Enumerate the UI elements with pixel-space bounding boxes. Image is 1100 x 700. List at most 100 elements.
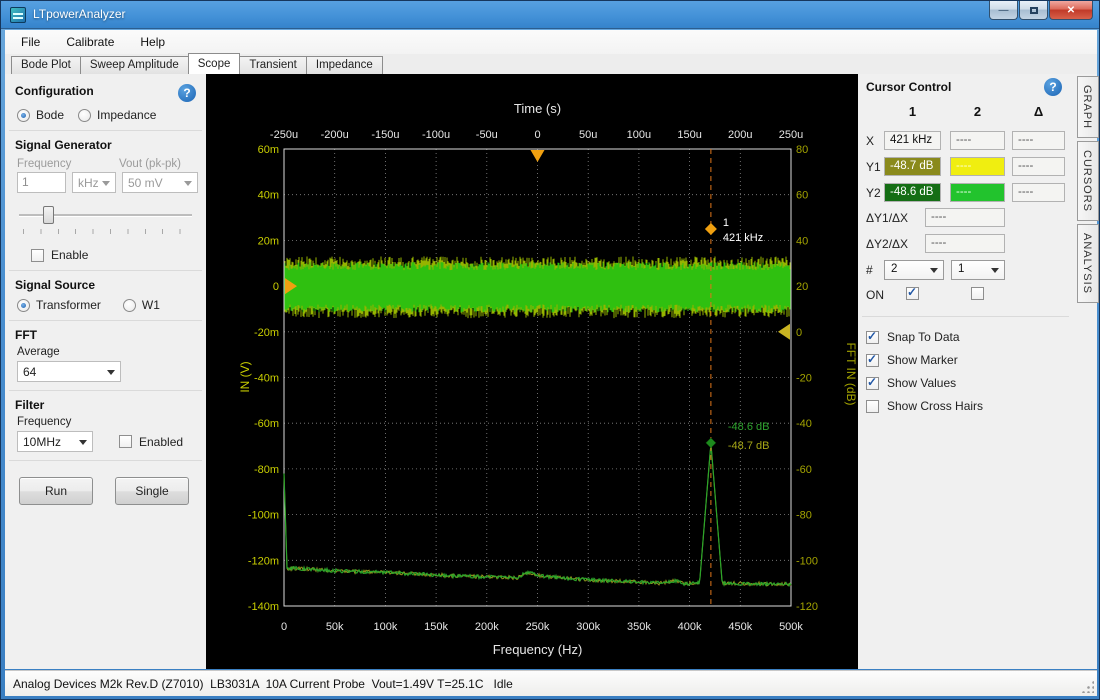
single-button[interactable]: Single xyxy=(115,477,189,505)
time-zero-marker[interactable] xyxy=(531,150,545,162)
active-cursor-select[interactable]: 1 xyxy=(951,260,1005,280)
svg-text:FFT IN (dB): FFT IN (dB) xyxy=(844,342,858,405)
svg-text:40m: 40m xyxy=(258,190,279,202)
svg-text:250k: 250k xyxy=(526,621,550,633)
svg-text:100k: 100k xyxy=(373,621,397,633)
close-button[interactable]: ✕ xyxy=(1049,1,1093,20)
svg-text:-48.7 dB: -48.7 dB xyxy=(728,440,770,452)
vout-select[interactable]: 50 mV xyxy=(122,172,198,193)
filter-enabled-label: Enabled xyxy=(139,435,183,449)
peak-marker[interactable] xyxy=(706,438,716,448)
frequency-unit-select[interactable]: kHz xyxy=(72,172,116,193)
filter-frequency-select[interactable]: 10MHz xyxy=(17,431,93,452)
y2-row-label: Y2 xyxy=(866,186,881,200)
tab-sweep-amplitude[interactable]: Sweep Amplitude xyxy=(80,56,189,74)
frequency-label: Frequency xyxy=(17,158,119,170)
frequency-slider[interactable] xyxy=(19,205,192,225)
divider xyxy=(9,320,202,321)
dy2dx-label: ΔY2/ΔX xyxy=(866,237,908,251)
svg-text:80: 80 xyxy=(796,144,808,156)
svg-text:0: 0 xyxy=(534,129,540,141)
show-values-label: Show Values xyxy=(887,376,956,390)
tab-cursors[interactable]: CURSORS xyxy=(1077,141,1099,221)
status-text: Analog Devices M2k Rev.D (Z7010) LB3031A… xyxy=(13,677,513,691)
show-marker-checkbox[interactable] xyxy=(866,354,879,367)
cursor1-y1-value: -48.7 dB xyxy=(884,157,941,176)
svg-text:-120: -120 xyxy=(796,601,818,613)
menu-help[interactable]: Help xyxy=(130,32,175,52)
fft-average-select[interactable]: 64 xyxy=(17,361,121,382)
svg-text:20m: 20m xyxy=(258,235,279,247)
svg-text:421 kHz: 421 kHz xyxy=(723,232,763,244)
delta-y2-value: ---- xyxy=(1012,183,1065,202)
fft-channel-marker[interactable] xyxy=(778,324,790,340)
cursor-count-select[interactable]: 2 xyxy=(884,260,944,280)
bode-radio[interactable] xyxy=(17,109,30,122)
svg-text:0: 0 xyxy=(273,281,279,293)
minimize-button[interactable]: — xyxy=(989,1,1018,20)
cursor2-on-checkbox[interactable] xyxy=(971,287,984,300)
svg-text:250u: 250u xyxy=(779,129,803,141)
menu-calibrate[interactable]: Calibrate xyxy=(56,32,124,52)
menu-file[interactable]: File xyxy=(11,32,50,52)
cursor2-y2-value: ---- xyxy=(950,183,1005,202)
svg-text:400k: 400k xyxy=(678,621,702,633)
divider xyxy=(9,390,202,391)
tab-bode-plot[interactable]: Bode Plot xyxy=(11,56,81,74)
chevron-down-icon xyxy=(991,268,999,273)
cursor1-y2-value: -48.6 dB xyxy=(884,183,941,202)
scope-plot[interactable]: -250u-200u-150u-100u-50u050u100u150u200u… xyxy=(206,74,858,669)
svg-text:500k: 500k xyxy=(779,621,803,633)
y1-row-label: Y1 xyxy=(866,160,881,174)
show-cross-hairs-checkbox[interactable] xyxy=(866,400,879,413)
menu-bar: File Calibrate Help xyxy=(5,30,1097,54)
frequency-input[interactable]: 1 xyxy=(17,172,66,193)
title-bar[interactable]: LTpowerAnalyzer — ✕ xyxy=(1,1,1100,29)
x-row-label: X xyxy=(866,134,874,148)
svg-text:-120m: -120m xyxy=(248,555,279,567)
impedance-radio[interactable] xyxy=(78,109,91,122)
maximize-icon xyxy=(1030,7,1038,14)
show-marker-label: Show Marker xyxy=(887,353,958,367)
cursor-help-icon[interactable]: ? xyxy=(1044,78,1062,96)
show-values-checkbox[interactable] xyxy=(866,377,879,390)
side-tab-strip: GRAPH CURSORS ANALYSIS xyxy=(1077,76,1099,306)
svg-text:-48.6 dB: -48.6 dB xyxy=(728,421,770,433)
maximize-button[interactable] xyxy=(1019,1,1048,20)
fft-header: FFT xyxy=(15,328,37,342)
run-button[interactable]: Run xyxy=(19,477,93,505)
configuration-header: Configuration xyxy=(15,84,94,98)
transformer-radio[interactable] xyxy=(17,299,30,312)
tab-impedance[interactable]: Impedance xyxy=(306,56,383,74)
svg-text:-100m: -100m xyxy=(248,510,279,522)
svg-text:50k: 50k xyxy=(326,621,344,633)
svg-text:-250u: -250u xyxy=(270,129,298,141)
resize-grip-icon[interactable] xyxy=(1081,680,1094,693)
w1-radio[interactable] xyxy=(123,299,136,312)
signal-generator-header: Signal Generator xyxy=(15,138,112,152)
tab-graph[interactable]: GRAPH xyxy=(1077,76,1099,138)
tab-analysis[interactable]: ANALYSIS xyxy=(1077,224,1099,303)
filter-enabled-checkbox[interactable] xyxy=(119,435,132,448)
snap-to-data-checkbox[interactable] xyxy=(866,331,879,344)
chevron-down-icon xyxy=(107,370,115,375)
divider xyxy=(9,270,202,271)
svg-text:150k: 150k xyxy=(424,621,448,633)
config-help-icon[interactable]: ? xyxy=(178,84,196,102)
cursor-control-header: Cursor Control xyxy=(866,80,951,94)
svg-text:450k: 450k xyxy=(728,621,752,633)
cursor1-on-checkbox[interactable] xyxy=(906,287,919,300)
cursor-1-marker[interactable] xyxy=(705,223,717,235)
slider-thumb[interactable] xyxy=(43,206,54,224)
cursor2-y1-value: ---- xyxy=(950,157,1005,176)
tab-scope[interactable]: Scope xyxy=(188,53,241,74)
enable-checkbox[interactable] xyxy=(31,249,44,262)
divider xyxy=(9,460,202,461)
delta-y1-value: ---- xyxy=(1012,157,1065,176)
tab-transient[interactable]: Transient xyxy=(239,56,307,74)
window-title: LTpowerAnalyzer xyxy=(33,7,125,21)
settings-panel: Configuration ? Bode Impedance Signal Ge… xyxy=(5,74,206,669)
svg-text:200k: 200k xyxy=(475,621,499,633)
svg-text:-60: -60 xyxy=(796,464,812,476)
divider xyxy=(862,316,1069,317)
